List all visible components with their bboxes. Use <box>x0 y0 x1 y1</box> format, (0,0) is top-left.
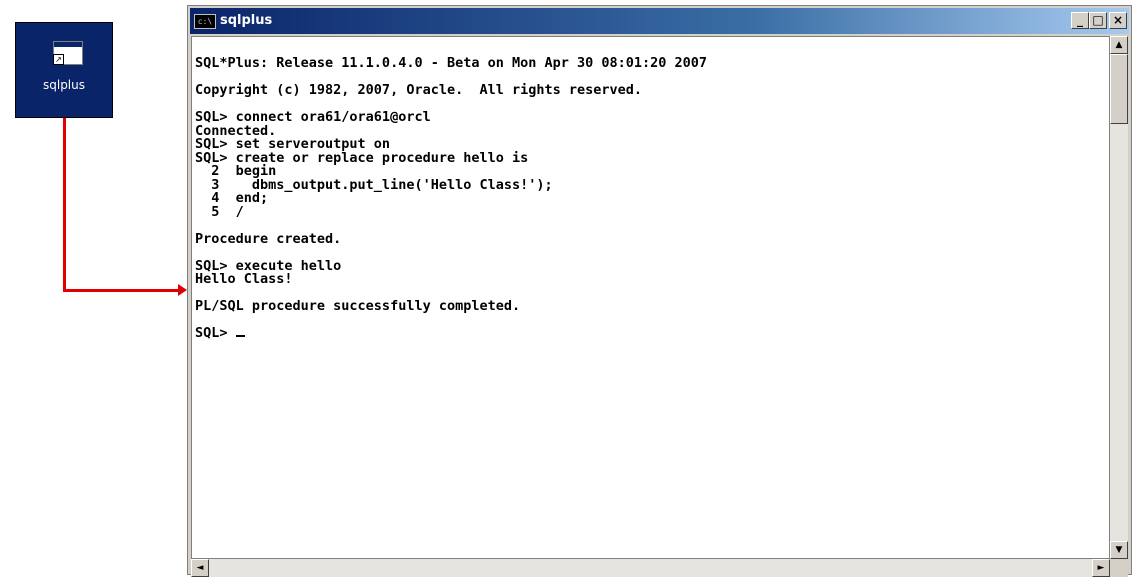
sqlplus-console-window: c:\ sqlplus _ □ × SQL*Plus: Release 11.1… <box>187 5 1132 577</box>
scroll-right-button[interactable]: ► <box>1092 559 1110 577</box>
console-output[interactable]: SQL*Plus: Release 11.1.0.4.0 - Beta on M… <box>191 36 1110 559</box>
connector-line-vertical <box>63 118 66 292</box>
text-cursor <box>235 335 245 337</box>
connector-line-horizontal <box>63 289 178 292</box>
close-button[interactable]: × <box>1109 12 1127 29</box>
shortcut-arrow-icon: ↗ <box>53 54 64 65</box>
scroll-up-button[interactable]: ▲ <box>1110 36 1128 54</box>
vertical-scrollbar[interactable]: ▲ ▼ <box>1110 36 1128 559</box>
resize-grip-icon[interactable] <box>1110 559 1128 577</box>
console-line: Procedure created. <box>195 230 342 247</box>
console-line: SQL> <box>195 325 236 341</box>
sqlplus-desktop-shortcut[interactable]: ↗ sqlplus <box>15 22 113 118</box>
horizontal-scrollbar[interactable]: ◄ ► <box>191 559 1110 577</box>
scroll-left-button[interactable]: ◄ <box>191 559 209 577</box>
window-app-icon: ↗ <box>53 41 83 65</box>
console-text: SQL*Plus: Release 11.1.0.4.0 - Beta on M… <box>192 37 1109 341</box>
scroll-down-button[interactable]: ▼ <box>1110 541 1128 559</box>
console-line: 5 / <box>195 203 244 220</box>
maximize-button[interactable]: □ <box>1089 12 1107 29</box>
minimize-button[interactable]: _ <box>1071 12 1089 29</box>
console-line: Copyright (c) 1982, 2007, Oracle. All ri… <box>195 82 643 98</box>
window-title: sqlplus <box>220 13 273 28</box>
console-line: SQL*Plus: Release 11.1.0.4.0 - Beta on M… <box>195 55 708 71</box>
shortcut-label: sqlplus <box>42 78 85 92</box>
connector-arrowhead-icon <box>178 284 187 296</box>
console-app-icon[interactable]: c:\ <box>194 14 216 29</box>
vertical-scroll-thumb[interactable] <box>1110 54 1128 124</box>
title-bar[interactable]: c:\ sqlplus _ □ × <box>190 8 1129 34</box>
console-line: PL/SQL procedure successfully completed. <box>195 298 521 314</box>
console-line: Hello Class! <box>195 271 293 287</box>
